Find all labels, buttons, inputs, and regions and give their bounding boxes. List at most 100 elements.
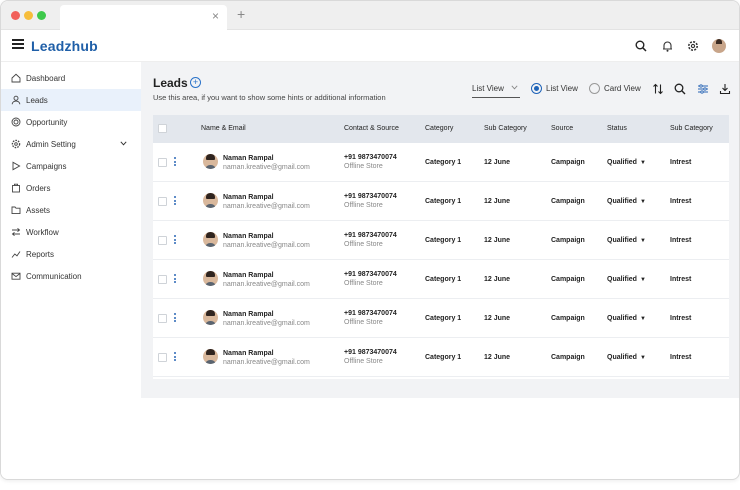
table-row[interactable]: Naman Rampal naman.kreative@gmail.com +9… (153, 260, 729, 299)
table-row[interactable]: Naman Rampal naman.kreative@gmail.com +9… (153, 221, 729, 260)
row-checkbox[interactable] (158, 236, 167, 245)
box-icon (10, 183, 21, 194)
sidebar-item-orders[interactable]: Orders (1, 177, 141, 199)
minimize-window-dot[interactable] (24, 11, 33, 20)
download-icon[interactable] (719, 83, 731, 95)
lead-email: naman.kreative@gmail.com (223, 359, 310, 366)
more-options-icon[interactable] (174, 235, 176, 245)
status-label: Qualified (607, 315, 637, 322)
status-dropdown[interactable]: Qualified ▼ (607, 354, 646, 361)
chart-icon (10, 249, 21, 260)
more-options-icon[interactable] (174, 196, 176, 206)
more-options-icon[interactable] (174, 157, 176, 167)
list-view-radio[interactable]: List View (531, 83, 578, 94)
lead-name: Naman Rampal (223, 233, 274, 240)
user-avatar[interactable] (711, 38, 727, 54)
lead-email: naman.kreative@gmail.com (223, 320, 310, 327)
column-header[interactable]: Status (607, 125, 627, 132)
status-dropdown[interactable]: Qualified ▼ (607, 159, 646, 166)
avatar (203, 154, 218, 169)
browser-tab[interactable]: × (60, 5, 227, 30)
column-header[interactable]: Name & Email (201, 125, 246, 132)
user-icon (10, 95, 21, 106)
more-options-icon[interactable] (174, 352, 176, 362)
bell-icon[interactable] (659, 38, 675, 54)
radio-unselected-icon (589, 83, 600, 94)
status-dropdown[interactable]: Qualified ▼ (607, 315, 646, 322)
lead-category: Category 1 (425, 354, 462, 361)
home-icon (10, 73, 21, 84)
row-checkbox[interactable] (158, 314, 167, 323)
chevron-down-icon[interactable] (120, 139, 127, 148)
row-checkbox[interactable] (158, 275, 167, 284)
sidebar-item-workflow[interactable]: Workflow (1, 221, 141, 243)
new-tab-icon[interactable]: + (237, 6, 245, 22)
column-header[interactable]: Sub Category (484, 125, 527, 132)
sidebar-item-assets[interactable]: Assets (1, 199, 141, 221)
caret-down-icon: ▼ (639, 199, 646, 205)
table-row[interactable]: Naman Rampal naman.kreative@gmail.com +9… (153, 299, 729, 338)
row-checkbox[interactable] (158, 158, 167, 167)
lead-category: Category 1 (425, 276, 462, 283)
table-row[interactable]: Naman Rampal naman.kreative@gmail.com +9… (153, 182, 729, 221)
view-select[interactable]: List View (472, 84, 520, 98)
avatar (203, 232, 218, 247)
sidebar-item-opportunity[interactable]: Opportunity (1, 111, 141, 133)
folder-icon (10, 205, 21, 216)
lead-sub-category: 12 June (484, 315, 511, 322)
lead-source: Campaign (551, 315, 585, 322)
search-icon[interactable] (674, 83, 686, 95)
page-hint: Use this area, if you want to show some … (153, 93, 386, 102)
search-icon[interactable] (633, 38, 649, 54)
arrows-icon (10, 227, 21, 238)
sidebar-item-communication[interactable]: Communication (1, 265, 141, 287)
status-label: Qualified (607, 159, 637, 166)
status-dropdown[interactable]: Qualified ▼ (607, 198, 646, 205)
lead-sub-category-2: Intrest (670, 354, 692, 361)
lead-contact-source: Offline Store (344, 202, 383, 209)
add-lead-icon[interactable]: + (190, 77, 201, 88)
sidebar-item-label: Dashboard (26, 73, 66, 83)
sidebar-item-leads[interactable]: Leads (1, 89, 141, 111)
column-header[interactable]: Contact & Source (344, 125, 399, 132)
lead-sub-category-2: Intrest (670, 159, 692, 166)
sidebar-item-admin-setting[interactable]: Admin Setting (1, 133, 141, 155)
lead-phone: +91 9873470074 (344, 271, 397, 278)
column-header[interactable]: Category (425, 125, 453, 132)
select-all-checkbox[interactable] (158, 124, 167, 133)
app-logo[interactable]: Leadzhub (31, 38, 98, 54)
status-dropdown[interactable]: Qualified ▼ (607, 237, 646, 244)
more-options-icon[interactable] (174, 313, 176, 323)
main-content: Leads + Use this area, if you want to sh… (141, 62, 739, 398)
sidebar-item-dashboard[interactable]: Dashboard (1, 67, 141, 89)
chevron-down-icon (511, 85, 518, 92)
status-dropdown[interactable]: Qualified ▼ (607, 276, 646, 283)
sidebar-item-reports[interactable]: Reports (1, 243, 141, 265)
close-window-dot[interactable] (11, 11, 20, 20)
table-row[interactable]: Naman Rampal naman.kreative@gmail.com +9… (153, 143, 729, 182)
table-row[interactable]: Naman Rampal naman.kreative@gmail.com +9… (153, 338, 729, 377)
gear-icon[interactable] (685, 38, 701, 54)
lead-phone: +91 9873470074 (344, 349, 397, 356)
column-header[interactable]: Sub Category (670, 125, 713, 132)
lead-name: Naman Rampal (223, 350, 274, 357)
tab-close-icon[interactable]: × (212, 9, 219, 23)
row-checkbox[interactable] (158, 353, 167, 362)
caret-down-icon: ▼ (639, 277, 646, 283)
sort-icon[interactable] (652, 83, 664, 95)
card-view-radio[interactable]: Card View (589, 83, 641, 94)
more-options-icon[interactable] (174, 274, 176, 284)
filter-icon[interactable] (697, 83, 709, 95)
row-checkbox[interactable] (158, 197, 167, 206)
sidebar-item-campaigns[interactable]: Campaigns (1, 155, 141, 177)
lead-sub-category: 12 June (484, 198, 511, 205)
lead-name: Naman Rampal (223, 194, 274, 201)
view-select-value: List View (472, 84, 504, 93)
sidebar-item-label: Assets (26, 205, 51, 215)
menu-icon[interactable] (12, 39, 24, 49)
maximize-window-dot[interactable] (37, 11, 46, 20)
lead-category: Category 1 (425, 315, 462, 322)
lead-contact-source: Offline Store (344, 358, 383, 365)
column-header[interactable]: Source (551, 125, 573, 132)
lead-sub-category-2: Intrest (670, 198, 692, 205)
